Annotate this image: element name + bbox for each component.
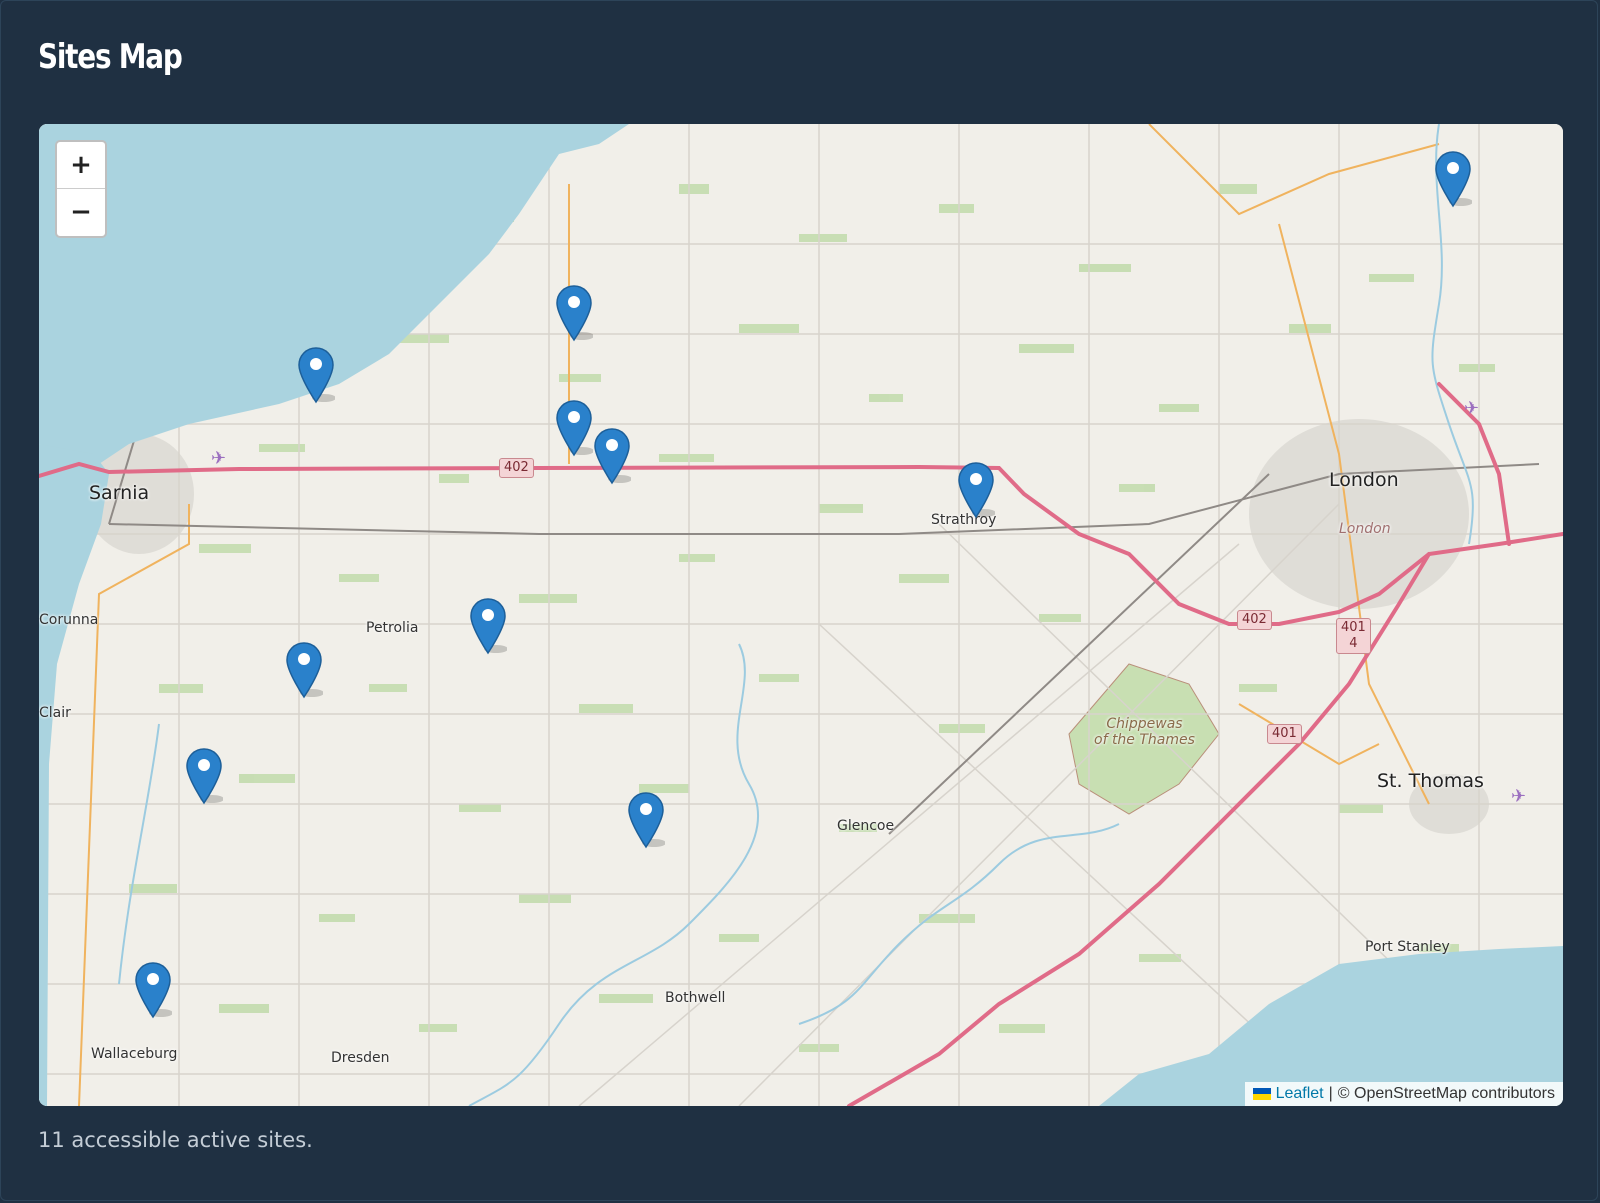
- map-pin-icon[interactable]: [555, 284, 594, 342]
- park-label-line1: Chippewas: [1106, 716, 1183, 732]
- map-pin-icon[interactable]: [185, 747, 224, 805]
- map-pin-icon[interactable]: [627, 791, 666, 849]
- place-label-wallaceburg: Wallaceburg: [91, 1046, 178, 1062]
- place-label-clair: Clair: [39, 705, 71, 721]
- place-label-london: London: [1329, 469, 1399, 491]
- place-label-corunna: Corunna: [39, 612, 99, 628]
- map-pin-icon[interactable]: [1434, 150, 1473, 208]
- ukraine-flag-icon: [1252, 1088, 1271, 1100]
- highway-shield-402-west: 402: [499, 458, 534, 478]
- map-pin-icon[interactable]: [957, 461, 996, 519]
- sites-map-panel: Sites Map ✈ ✈ ✈ + − Sarnia London London…: [0, 0, 1598, 1201]
- place-label-park: Chippewas of the Thames: [1094, 716, 1195, 748]
- place-label-glencoe: Glencoe: [837, 818, 895, 834]
- map-pin-icon[interactable]: [285, 641, 324, 699]
- svg-text:✈: ✈: [1464, 398, 1479, 419]
- place-label-london-small: London: [1339, 521, 1391, 537]
- place-label-bothwell: Bothwell: [665, 990, 726, 1006]
- highway-shield-402-east: 402: [1237, 610, 1272, 630]
- attribution-separator: |: [1328, 1085, 1333, 1102]
- map-pin-icon[interactable]: [297, 346, 336, 404]
- highway-shield-4-label: 4: [1349, 636, 1358, 651]
- place-label-petrolia: Petrolia: [366, 620, 419, 636]
- zoom-in-button[interactable]: +: [57, 142, 105, 189]
- zoom-control: + −: [55, 140, 107, 238]
- site-count-status: 11 accessible active sites.: [38, 1128, 313, 1152]
- place-label-port-stanley: Port Stanley: [1365, 939, 1450, 955]
- leaflet-link[interactable]: Leaflet: [1276, 1085, 1324, 1103]
- map-pin-icon[interactable]: [134, 961, 173, 1019]
- park-label-line2: of the Thames: [1094, 732, 1195, 748]
- map-tiles: ✈ ✈ ✈: [39, 124, 1563, 1106]
- map-attribution: Leaflet | © OpenStreetMap contributors: [1244, 1082, 1563, 1106]
- zoom-out-button[interactable]: −: [57, 189, 105, 235]
- place-label-dresden: Dresden: [331, 1050, 390, 1066]
- osm-attribution-text: © OpenStreetMap contributors: [1337, 1085, 1555, 1102]
- map-pin-icon[interactable]: [469, 597, 508, 655]
- map-view[interactable]: ✈ ✈ ✈ + − Sarnia London London Strathroy…: [39, 124, 1563, 1106]
- svg-text:✈: ✈: [211, 448, 226, 469]
- svg-text:✈: ✈: [1511, 786, 1526, 807]
- highway-shield-401-label: 401: [1341, 620, 1366, 635]
- urban-area-london: [1249, 419, 1469, 609]
- map-pin-icon[interactable]: [555, 399, 594, 457]
- highway-shield-401: 401: [1267, 724, 1302, 744]
- place-label-sarnia: Sarnia: [89, 482, 150, 504]
- place-label-st-thomas: St. Thomas: [1377, 770, 1484, 792]
- map-pin-icon[interactable]: [593, 427, 632, 485]
- page-title: Sites Map: [38, 37, 183, 77]
- highway-shield-401-4: 401 4: [1336, 618, 1371, 654]
